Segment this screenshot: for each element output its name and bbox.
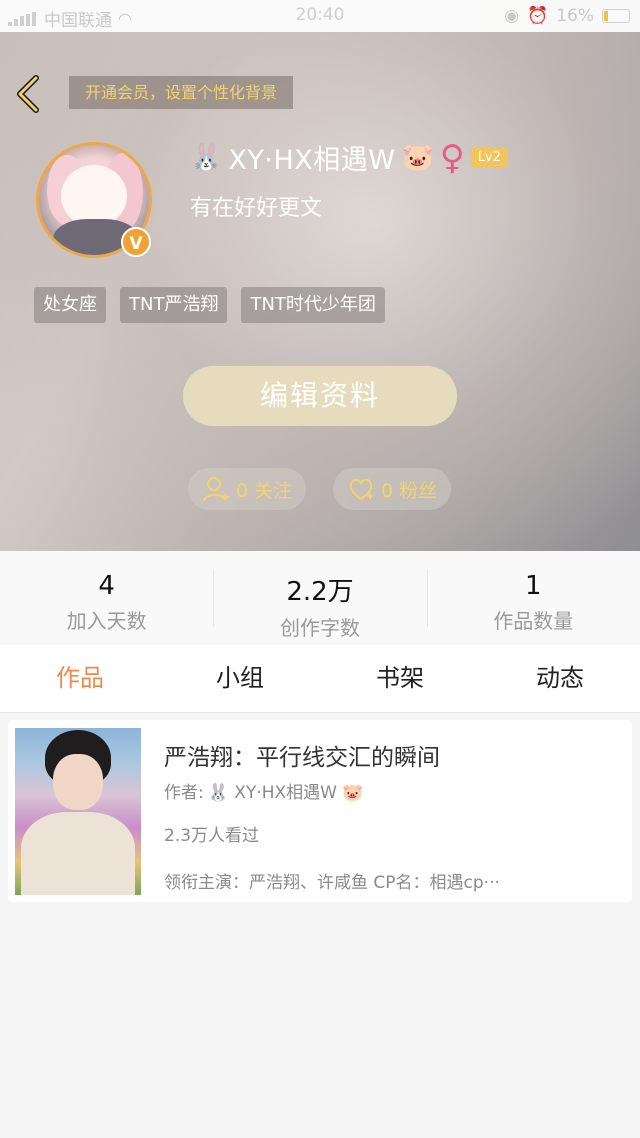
name-row: 🐰 XY·HX相遇W 🐷 ♀ Lv2 xyxy=(190,138,508,177)
level-badge: Lv2 xyxy=(470,148,508,167)
back-button[interactable] xyxy=(14,74,44,114)
tag[interactable]: TNT时代少年团 xyxy=(241,287,385,323)
female-icon: ♀ xyxy=(439,137,465,178)
heart-icon xyxy=(349,478,373,501)
tab-bar: 作品 小组 书架 动态 xyxy=(0,645,640,713)
stats-bar: 4 加入天数 2.2万 创作字数 1 作品数量 xyxy=(0,551,640,645)
profile-header: 中国联通 ◠ 20:40 ◉ ⏰ 16% 开通会员，设置个性化背景 V 🐰 XY… xyxy=(0,0,640,551)
stat-label: 加入天数 xyxy=(66,609,147,633)
work-author: 作者: 🐰 XY·HX相遇W 🐷 xyxy=(164,778,364,803)
battery-percent: 16% xyxy=(556,6,594,26)
following-count: 0 关注 xyxy=(236,479,293,502)
work-card[interactable]: 严浩翔：平行线交汇的瞬间 作者: 🐰 XY·HX相遇W 🐷 2.3万人看过 领衔… xyxy=(8,720,632,902)
tab-works[interactable]: 作品 xyxy=(0,645,160,712)
user-name: XY·HX相遇W xyxy=(228,145,396,176)
location-icon: ◉ xyxy=(504,6,520,26)
stat-value: 1 xyxy=(525,571,542,601)
following-button[interactable]: 0 关注 xyxy=(188,468,307,510)
tab-activity[interactable]: 动态 xyxy=(480,645,640,712)
stat-label: 作品数量 xyxy=(493,609,574,633)
work-author-name: 🐰 XY·HX相遇W 🐷 xyxy=(207,783,364,803)
battery-icon xyxy=(602,9,630,23)
stat-value: 4 xyxy=(98,571,115,601)
edit-profile-button[interactable]: 编辑资料 xyxy=(183,366,457,426)
stat-label: 创作字数 xyxy=(279,616,360,640)
work-cover-image xyxy=(15,728,141,895)
alarm-icon: ⏰ xyxy=(527,6,549,26)
followers-button[interactable]: 0 粉丝 xyxy=(333,468,452,510)
stat-value: 2.2万 xyxy=(286,577,354,607)
tag[interactable]: 处女座 xyxy=(34,287,106,323)
work-cast: 领衔主演：严浩翔、许咸鱼 CP名：相遇cp··· xyxy=(164,873,500,893)
stat-join-days: 4 加入天数 xyxy=(0,551,213,645)
work-author-label: 作者: xyxy=(164,783,204,803)
pig-icon: 🐷 xyxy=(401,142,434,173)
tag-list: 处女座 TNT严浩翔 TNT时代少年团 xyxy=(34,287,385,323)
work-views: 2.3万人看过 xyxy=(164,826,260,846)
tab-bookshelf[interactable]: 书架 xyxy=(320,645,480,712)
vip-badge: V xyxy=(121,227,151,257)
work-title: 严浩翔：平行线交汇的瞬间 xyxy=(164,745,440,771)
status-bar: 中国联通 ◠ 20:40 ◉ ⏰ 16% xyxy=(0,0,640,32)
tag[interactable]: TNT严浩翔 xyxy=(120,287,228,323)
vip-background-hint[interactable]: 开通会员，设置个性化背景 xyxy=(69,76,294,109)
signature: 有在好好更文 xyxy=(190,196,323,221)
chevron-left-icon xyxy=(17,75,39,113)
followers-count: 0 粉丝 xyxy=(381,479,438,502)
rabbit-icon: 🐰 xyxy=(190,142,223,173)
add-user-icon xyxy=(203,477,229,502)
tab-groups[interactable]: 小组 xyxy=(160,645,320,712)
stat-works-count: 1 作品数量 xyxy=(426,551,640,645)
stat-word-count: 2.2万 创作字数 xyxy=(213,551,426,645)
